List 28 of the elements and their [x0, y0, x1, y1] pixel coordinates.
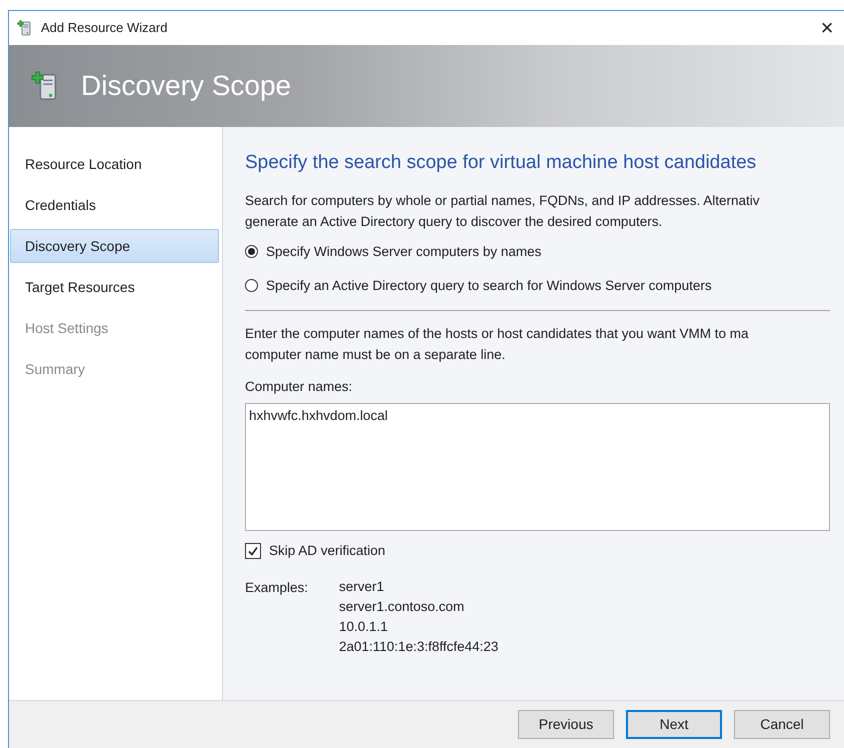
wizard-button[interactable]: Cancel	[734, 710, 830, 739]
step-item[interactable]: Discovery Scope	[10, 229, 219, 263]
field-label: Computer names:	[245, 378, 354, 396]
instructions-text: Enter the computer names of the hosts or host candidates that you want VMM to ma computer name must be on a separate line.	[245, 325, 750, 364]
radio-option[interactable]: Specify Windows Server computers by names	[245, 242, 542, 262]
example-text: server1.contoso.com	[339, 598, 466, 616]
example-text: server1	[339, 578, 386, 596]
step-item[interactable]: Credentials	[10, 188, 219, 222]
close-button[interactable]: ×	[812, 13, 842, 43]
section-heading: Specify the search scope for virtual machine host candidates	[245, 151, 758, 175]
radio-button[interactable]	[245, 245, 258, 258]
checkbox[interactable]	[245, 543, 261, 560]
computer-names-field[interactable]: hxhvwfc.hxhvdom.local	[245, 403, 830, 532]
server-add-icon	[17, 20, 33, 36]
examples-label: Examples:	[245, 578, 310, 597]
wizard-button[interactable]: Previous	[518, 710, 614, 739]
window-title: Add Resource Wizard	[41, 19, 168, 38]
description-text: Search for computers by whole or partial names, FQDNs, and IP addresses. Alternativ generate an Active Directory query to discover the desired computers.	[245, 192, 760, 231]
wizard-button[interactable]: Next	[626, 710, 722, 739]
step-item[interactable]: Resource Location	[10, 147, 219, 181]
example-text: 2a01:110:1e:3:f8ffcfe44:23	[339, 638, 498, 656]
page-title: Discovery Scope	[81, 69, 292, 103]
skip-ad-option[interactable]: Skip AD verification	[245, 541, 386, 562]
checkmark-icon	[247, 545, 259, 558]
example-text: 10.0.1.1	[339, 618, 389, 636]
radio-option[interactable]: Specify an Active Directory query to search for Windows Server computers	[245, 276, 712, 296]
step-item[interactable]: Target Resources	[10, 270, 219, 304]
radio-button[interactable]	[245, 279, 258, 292]
